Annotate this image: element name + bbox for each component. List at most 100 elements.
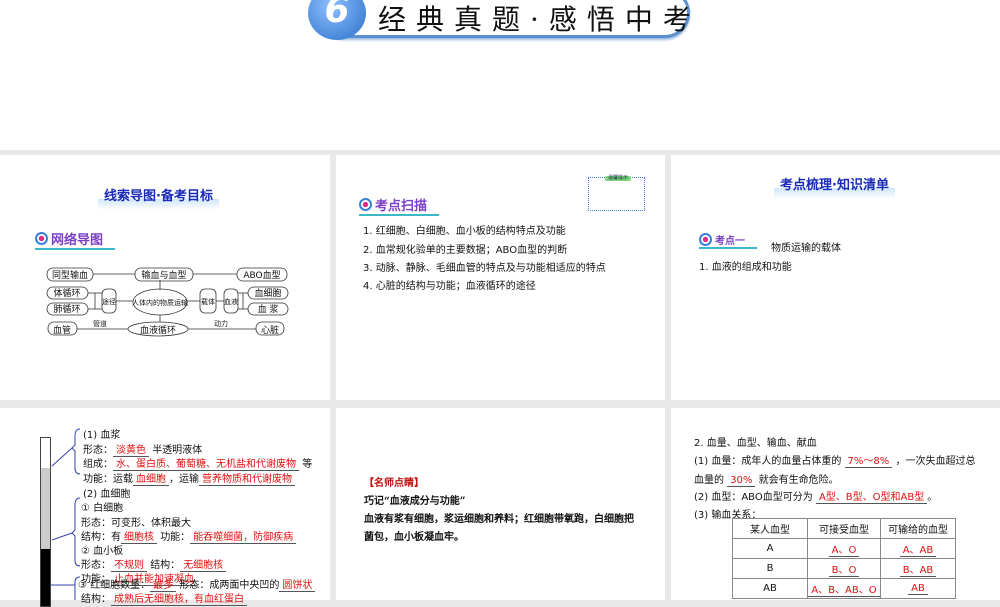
answer: 30% <box>727 475 756 487</box>
node-center: 人体内的物质运输 <box>132 298 188 307</box>
answer: 能吞噬细菌，防御疾病 <box>190 532 297 544</box>
label: 功能： <box>160 532 191 543</box>
bullet-icon <box>699 233 712 246</box>
tip-heading: 【名师点睛】 <box>364 478 424 489</box>
cell: A、AB <box>880 538 956 559</box>
transfusion-table: 某人血型 可接受血型 可输给的血型 A A、O A、AB B B、O B、AB AB A、B、… <box>732 518 956 599</box>
tip-body-1: 血液有浆有细胞，浆运细胞和养料；红细胞带氧跑，白细胞把 <box>364 514 634 525</box>
table-row: B B、O B、AB <box>732 558 956 579</box>
cell: A、B、AB、O <box>807 578 881 599</box>
label: 。 <box>927 492 938 503</box>
answer: 成熟后无细胞核，有血红蛋白 <box>111 594 247 606</box>
subheading: 1. 血液的组成和功能 <box>699 262 792 273</box>
answer: A型、B型、O型和AB型 <box>815 492 928 504</box>
label: (1) 血量：成年人的血量占体重的 <box>694 456 842 467</box>
header-cell: 某人血型 <box>732 518 808 539</box>
topic-label: 物质运输的载体 <box>771 243 841 254</box>
plasma-function: 功能：运载 血细胞 ，运输 营养物质和代谢废物 <box>83 470 295 486</box>
answer: A、B、AB、O <box>808 585 880 597</box>
slide-thumbnail-1[interactable]: 线索导图·备考目标 网络导图 同型输血 输血与血型 ABO血型 体循环 肺循环 … <box>0 155 330 400</box>
section-title: 经典真题·感悟中考 <box>378 3 701 36</box>
slide-title: 考点梳理·知识清单 <box>774 174 895 199</box>
tip-subtitle: 巧记“血液成分与功能” <box>364 496 466 507</box>
node-blood-1: 血细胞 <box>254 287 281 299</box>
bullet-icon <box>359 198 372 211</box>
blood-type-line: (2) 血型：ABO血型可分为 A型、B型、O型和AB型。 <box>694 488 938 504</box>
platelet-heading: ② 血小板 <box>81 546 124 557</box>
top-area: 6 经典真题·感悟中考 <box>0 0 1000 150</box>
list-item: 1. 红细胞、白细胞、血小板的结构特点及功能 <box>363 226 566 237</box>
tip-box: 温馨提示 <box>588 176 645 211</box>
label: (2) 血型：ABO血型可分为 <box>694 492 813 503</box>
tag-label: 考点扫描 <box>375 199 428 214</box>
cell: AB <box>880 578 956 599</box>
answer: A、AB <box>899 545 937 557</box>
wbc-structure: 结构：有 细胞核 功能： 能吞噬细菌，防御疾病 <box>81 528 297 544</box>
cell: AB <box>732 578 808 599</box>
cell: B、O <box>807 558 881 579</box>
node-blood: 血液 <box>224 297 238 306</box>
section-tag: 考点扫描 <box>359 195 440 216</box>
node-route-2: 肺循环 <box>53 303 80 315</box>
slide-thumbnail-5[interactable]: 【名师点睛】 巧记“血液成分与功能” 血液有浆有细胞，浆运细胞和养料；红细胞带氧… <box>336 408 665 600</box>
edge-label-left: 管道 <box>93 319 107 328</box>
cell: B <box>732 558 808 579</box>
node-blood-2: 血 浆 <box>258 303 279 315</box>
tag-label: 考点一 <box>715 236 745 247</box>
label: 组成： <box>83 459 113 470</box>
node-route: 途径 <box>102 297 116 306</box>
edge-label-right: 动力 <box>214 319 228 328</box>
answer: 圆饼状 <box>279 580 316 592</box>
concept-map: 同型输血 输血与血型 ABO血型 体循环 肺循环 途径 人体内的物质运输 载体 … <box>46 267 289 337</box>
header-cell: 可接受血型 <box>807 518 881 539</box>
platelet-form: 形态： 不规则 结构： 无细胞核 <box>81 556 227 572</box>
node-bottom: 血液循环 <box>140 324 176 336</box>
blood-loss-line: 血量的 30% 就会有生命危险。 <box>694 471 839 487</box>
rbc-line: ③ 红细胞数量： 最多 形态：成两面中央凹的 圆饼状 <box>78 576 316 592</box>
node-top: 输血与血型 <box>141 269 186 281</box>
label: 血量的 <box>694 475 724 486</box>
label: 就会有生命危险。 <box>758 475 839 486</box>
table-row: AB A、B、AB、O AB <box>732 578 956 599</box>
plasma-form: 形态： 淡黄色 半透明液体 <box>83 441 202 457</box>
section-tag: 考点一 <box>699 232 757 249</box>
list-item: 2. 血常规化验单的主要数据；ABO血型的判断 <box>363 245 568 256</box>
table-header: 某人血型 可接受血型 可输给的血型 <box>732 518 956 539</box>
label: 功能：运载 <box>83 474 133 485</box>
label: 等 <box>302 459 313 470</box>
list-item: 4. 心脏的结构与功能；血液循环的途径 <box>363 281 536 292</box>
node-left-bottom: 血管 <box>53 324 71 336</box>
label: ，运输 <box>169 474 199 485</box>
label: ，一次失血超过总 <box>895 456 976 467</box>
wbc-heading: ① 白细胞 <box>81 503 124 514</box>
node-right-bottom: 心脏 <box>261 324 279 336</box>
node-left-top: 同型输血 <box>52 269 88 281</box>
node-route-1: 体循环 <box>53 287 80 299</box>
cell: B、AB <box>880 558 956 579</box>
tip-label: 温馨提示 <box>605 176 632 181</box>
list-item: 3. 动脉、静脉、毛细血管的特点及与功能相适应的特点 <box>363 263 606 274</box>
header-cell: 可输给的血型 <box>880 518 956 539</box>
plasma-composition: 组成： 水、蛋白质、葡萄糖、无机盐和代谢废物 等 <box>83 455 313 471</box>
answer: 血细胞 <box>133 474 169 486</box>
plasma-heading: (1) 血浆 <box>83 430 121 441</box>
answer: AB <box>908 583 928 595</box>
answer: B、O <box>828 565 860 577</box>
table-row: A A、O A、AB <box>732 538 956 559</box>
node-carrier: 载体 <box>201 297 215 306</box>
cell: A <box>732 538 808 559</box>
rbc-structure: 结构： 成熟后无细胞核，有血红蛋白 <box>81 590 247 606</box>
answer: 7%～8% <box>844 456 893 468</box>
cell: A、O <box>807 538 881 559</box>
answer: 细胞核 <box>121 532 157 544</box>
answer: 营养物质和代谢废物 <box>199 474 295 486</box>
cells-heading: (2) 血细胞 <box>83 489 131 500</box>
answer: B、AB <box>899 565 937 577</box>
wbc-form: 形态：可变形、体积最大 <box>81 518 191 529</box>
subheading: 2. 血量、血型、输血、献血 <box>694 438 817 449</box>
tip-body-2: 菌包，血小板凝血牢。 <box>364 532 464 543</box>
slide-thumbnail-3[interactable]: 考点梳理·知识清单 考点一 物质运输的载体 1. 血液的组成和功能 <box>671 155 1000 400</box>
node-right-top: ABO血型 <box>243 269 280 281</box>
bracket-lines <box>50 428 81 600</box>
blood-volume-line: (1) 血量：成年人的血量占体重的 7%～8% ，一次失血超过总 <box>694 452 976 468</box>
